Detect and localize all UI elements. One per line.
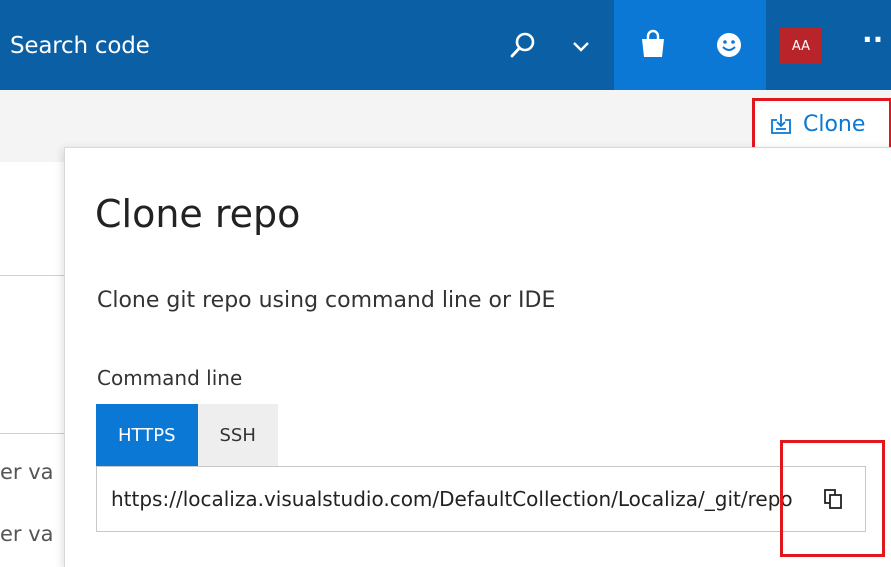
tab-https[interactable]: HTTPS (96, 404, 198, 466)
more-options-icon[interactable]: ·· (862, 26, 883, 54)
clone-url-field[interactable]: https://localiza.visualstudio.com/Defaul… (96, 440, 885, 557)
divider (0, 275, 65, 276)
clone-button-label: Clone (803, 111, 866, 137)
divider (0, 433, 65, 434)
protocol-tabs: HTTPS SSH (96, 404, 278, 466)
search-icon[interactable] (507, 29, 539, 61)
chevron-down-icon[interactable] (570, 35, 592, 57)
avatar[interactable]: AA (780, 28, 822, 64)
top-bar: Search code AA ·· (0, 0, 891, 90)
tab-ssh[interactable]: SSH (197, 404, 278, 466)
copy-url-button[interactable] (780, 440, 885, 557)
marketplace-button[interactable] (614, 0, 692, 90)
copy-icon (823, 488, 842, 509)
clone-download-icon (771, 114, 791, 134)
panel-subtitle: Clone git repo using command line or IDE (97, 288, 556, 313)
smiley-icon (717, 33, 741, 57)
background-row-text: er va (0, 522, 54, 546)
background-row-text: er va (0, 460, 54, 484)
feedback-button[interactable] (692, 0, 766, 90)
shopping-bag-icon (642, 29, 664, 57)
panel-title: Clone repo (95, 192, 301, 236)
search-input[interactable]: Search code (10, 33, 150, 59)
clone-repo-panel: Clone repo Clone git repo using command … (64, 147, 891, 567)
clone-url-text[interactable]: https://localiza.visualstudio.com/Defaul… (111, 467, 803, 531)
clone-button[interactable]: Clone (752, 98, 891, 150)
command-line-label: Command line (97, 366, 243, 390)
